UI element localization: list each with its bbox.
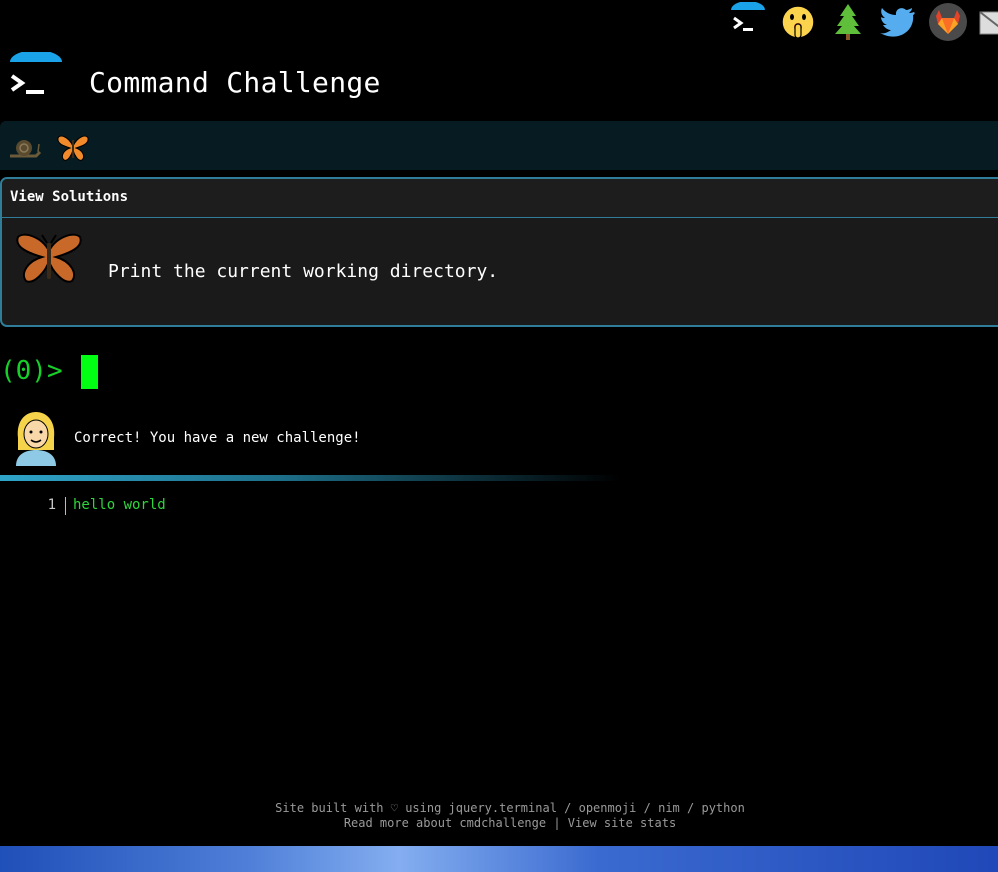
mail-icon[interactable]: [978, 2, 998, 42]
logo-icon: [10, 52, 62, 94]
challenge-card: View Solutions Print the current working…: [0, 177, 998, 327]
card-header: [2, 179, 998, 218]
read-more-link[interactable]: Read more about cmdchallenge: [344, 816, 546, 830]
shushing-face-icon[interactable]: [778, 2, 818, 42]
social-icons: [728, 0, 998, 44]
terminal-cursor[interactable]: [81, 355, 98, 389]
butterfly-icon[interactable]: [56, 130, 90, 164]
twitter-bird-icon[interactable]: [878, 2, 918, 42]
woman-avatar-icon: [16, 412, 56, 466]
output-line: hello world: [73, 497, 166, 513]
site-stats-link[interactable]: View site stats: [568, 816, 676, 830]
footer-line-2: Read more about cmdchallenge | View site…: [0, 816, 998, 830]
desktop-taskbar: [0, 846, 998, 872]
tree-icon[interactable]: [828, 2, 868, 42]
divider: [0, 475, 620, 481]
butterfly-icon: [16, 233, 82, 283]
footer-line-1: Site built with ♡ using jquery.terminal …: [0, 801, 998, 815]
terminal-icon[interactable]: [728, 2, 768, 42]
feedback-message: Correct! You have a new challenge!: [74, 430, 361, 446]
nim-link[interactable]: nim: [658, 801, 680, 815]
page-title: Command Challenge: [89, 66, 381, 99]
view-solutions-link[interactable]: View Solutions: [10, 189, 128, 205]
line-separator: [65, 497, 66, 515]
jquery-terminal-link[interactable]: jquery.terminal: [449, 801, 557, 815]
openmoji-link[interactable]: openmoji: [579, 801, 637, 815]
line-number: 1: [47, 497, 56, 513]
snail-icon[interactable]: [8, 130, 42, 164]
gitlab-fox-icon[interactable]: [928, 2, 968, 42]
terminal-prompt: (0)>: [0, 356, 63, 386]
footer-sep: /: [556, 801, 579, 815]
python-link[interactable]: python: [701, 801, 744, 815]
footer-sep: /: [679, 801, 702, 815]
level-bar: [0, 121, 998, 170]
footer-sep: /: [636, 801, 659, 815]
footer-pipe: |: [546, 816, 568, 830]
footer-prefix: Site built with ♡ using: [275, 801, 449, 815]
challenge-description: Print the current working directory.: [108, 261, 499, 282]
